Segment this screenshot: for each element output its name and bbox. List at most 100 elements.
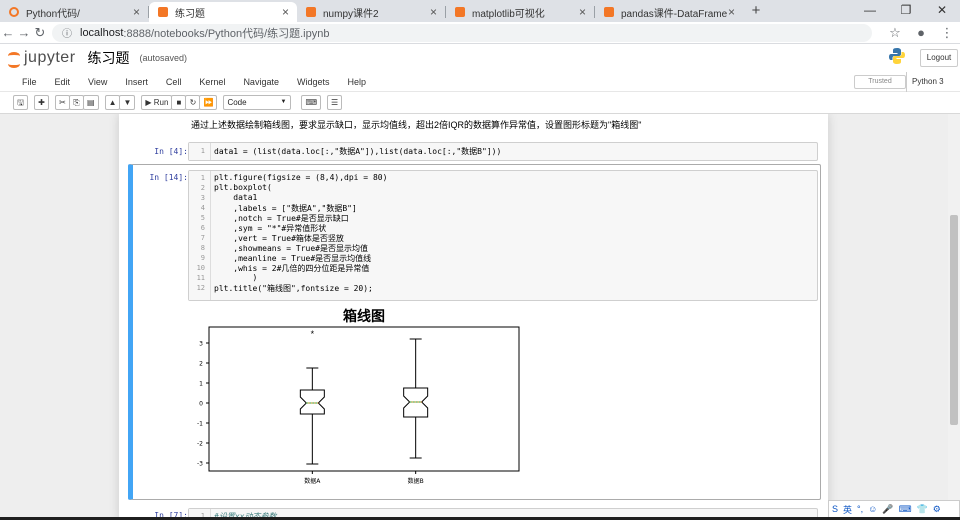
account-icon[interactable]: ●: [908, 25, 934, 41]
code-line: data1 = (list(data.loc[:,"数据A"]),list(da…: [214, 147, 502, 156]
markdown-cell-text: 通过上述数据绘制箱线图，要求显示缺口，显示均值线，超出2倍IQR的数据算作异常值…: [191, 120, 642, 130]
browser-tab-strip: Python代码/ × 练习题 × numpy课件2 × matplotlib可…: [0, 0, 960, 22]
code-editor[interactable]: 1 data1 = (list(data.loc[:,"数据A"]),list(…: [188, 142, 818, 161]
back-arrow-icon[interactable]: ←: [0, 25, 16, 40]
tab-title: matplotlib可视化: [472, 8, 545, 20]
url-host: localhost: [80, 26, 124, 39]
save-icon[interactable]: 🖫: [13, 95, 28, 110]
boxplot-output: 箱线图 -3 -2 -1 0 1 2 3 数据A * 数据B: [197, 308, 520, 485]
browser-tab-0[interactable]: Python代码/ ×: [0, 2, 148, 22]
paste-icon[interactable]: ▤: [83, 95, 99, 110]
code-editor[interactable]: 1 2 3 4 5 6 7 8 9 10 11 12 plt.figure(fi…: [188, 170, 818, 301]
command-palette-icon[interactable]: ☰: [326, 95, 343, 110]
close-icon[interactable]: ×: [728, 5, 735, 19]
restore-icon[interactable]: ❐: [888, 0, 924, 22]
menu-edit[interactable]: Edit: [46, 77, 80, 87]
line-number: 1: [200, 174, 205, 182]
stop-icon[interactable]: ■: [171, 95, 187, 110]
browser-tab-1[interactable]: 练习题 ×: [149, 2, 297, 22]
ime-tools-icon[interactable]: ⚙: [933, 504, 941, 515]
close-icon[interactable]: ×: [282, 5, 289, 19]
cell-prompt: In [4]:: [154, 147, 188, 156]
jupyter-logo-icon: [6, 48, 22, 68]
menu-help[interactable]: Help: [338, 77, 375, 87]
line-number: 5: [200, 214, 205, 222]
address-bar: ← → ↻ ⓘ localhost:8888/notebooks/Python代…: [0, 22, 960, 44]
ime-keyboard-icon[interactable]: ⌨: [899, 504, 912, 515]
jupyter-logo-text: jupyter: [24, 49, 76, 66]
y-tick-label: 3: [199, 341, 203, 348]
cell-type-select[interactable]: Code ▼: [223, 95, 292, 110]
ime-skin-icon[interactable]: 👕: [917, 504, 928, 515]
menu-navigate[interactable]: Navigate: [234, 77, 288, 87]
autosave-status: (autosaved): [139, 53, 188, 63]
tab-title: pandas课件-DataFrame: [621, 8, 728, 20]
logout-button[interactable]: Logout: [920, 49, 958, 67]
close-icon[interactable]: ×: [430, 5, 437, 19]
line-number: 3: [200, 194, 205, 202]
notebook-area: 通过上述数据绘制箱线图，要求显示缺口，显示均值线，超出2倍IQR的数据算作异常值…: [0, 114, 948, 520]
notebook-favicon-icon: [604, 7, 614, 17]
browser-tab-4[interactable]: pandas课件-DataFrame ×: [595, 2, 743, 22]
restart-icon[interactable]: ↻: [185, 95, 201, 110]
cell-type-value: Code: [227, 98, 247, 107]
menu-dots-icon[interactable]: ⋮: [934, 25, 960, 41]
y-tick-label: 2: [199, 361, 203, 368]
ime-punct-icon[interactable]: °,: [857, 504, 863, 514]
menu-view[interactable]: View: [79, 77, 116, 87]
browser-tab-2[interactable]: numpy课件2 ×: [297, 2, 445, 22]
window-controls: — ❐ ✕: [852, 0, 960, 22]
line-number: 4: [200, 204, 205, 212]
line-number: 9: [200, 254, 205, 262]
code-line: plt.figure(figsize = (8,4),dpi = 80): [214, 173, 388, 182]
reload-icon[interactable]: ↻: [32, 25, 48, 41]
add-cell-icon[interactable]: ✚: [34, 95, 49, 110]
menu-cell[interactable]: Cell: [157, 77, 191, 87]
star-icon[interactable]: ☆: [882, 25, 908, 41]
forward-arrow-icon[interactable]: →: [16, 25, 32, 40]
move-down-icon[interactable]: ▼: [119, 95, 136, 110]
cut-icon[interactable]: ✂: [55, 95, 70, 110]
trusted-badge[interactable]: Trusted: [854, 75, 906, 89]
menu-insert[interactable]: Insert: [116, 77, 157, 87]
move-up-icon[interactable]: ▲: [104, 95, 121, 110]
chart-title: 箱线图: [343, 308, 385, 325]
menu-kernel[interactable]: Kernel: [190, 77, 234, 87]
y-tick-label: 0: [199, 401, 203, 408]
minimize-icon[interactable]: —: [852, 0, 888, 22]
outlier-marker: *: [311, 329, 315, 339]
jupyter-logo[interactable]: jupyter: [6, 48, 76, 68]
close-icon[interactable]: ×: [133, 5, 140, 19]
y-tick-label: -2: [197, 441, 203, 448]
url-input[interactable]: ⓘ localhost:8888/notebooks/Python代码/练习题.…: [52, 23, 872, 42]
menu-file[interactable]: File: [13, 77, 46, 87]
new-tab-button[interactable]: +: [743, 2, 769, 22]
code-line: ): [214, 273, 258, 282]
keyboard-icon[interactable]: ⌨: [301, 95, 321, 110]
y-tick-label: 1: [199, 381, 203, 388]
scrollbar-thumb[interactable]: [950, 215, 958, 425]
code-line: data1: [214, 193, 258, 202]
notebook-page: 通过上述数据绘制箱线图，要求显示缺口，显示均值线，超出2倍IQR的数据算作异常值…: [119, 114, 828, 520]
info-icon[interactable]: ⓘ: [62, 25, 72, 40]
ime-logo-icon[interactable]: S: [832, 504, 838, 514]
run-button[interactable]: ▶ Run: [141, 95, 173, 110]
close-window-icon[interactable]: ✕: [924, 0, 960, 22]
ime-voice-icon[interactable]: 🎤: [882, 504, 893, 515]
line-number: 7: [200, 234, 205, 242]
notebook-name[interactable]: 练习题: [88, 48, 130, 68]
x-tick-label: 数据A: [304, 477, 321, 485]
copy-icon[interactable]: ⎘: [69, 95, 84, 110]
menubar: File Edit View Insert Cell Kernel Naviga…: [0, 72, 960, 92]
close-icon[interactable]: ×: [579, 5, 586, 19]
fast-forward-icon[interactable]: ⏩: [199, 95, 218, 110]
code-cell[interactable]: In [4]: 1 data1 = (list(data.loc[:,"数据A"…: [128, 142, 821, 162]
line-number: 1: [200, 147, 205, 155]
ime-mode[interactable]: 英: [843, 503, 852, 516]
ime-emoji-icon[interactable]: ☺: [868, 504, 877, 514]
menu-widgets[interactable]: Widgets: [288, 77, 339, 87]
jupyter-header: jupyter 练习题 (autosaved) Logout: [0, 44, 960, 72]
browser-tab-3[interactable]: matplotlib可视化 ×: [446, 2, 594, 22]
ime-toolbar: S 英 °, ☺ 🎤 ⌨ 👕 ⚙: [828, 500, 960, 518]
code-cell[interactable]: In [14]: 1 2 3 4 5 6 7 8 9 10 11 12 plt.…: [128, 170, 821, 302]
